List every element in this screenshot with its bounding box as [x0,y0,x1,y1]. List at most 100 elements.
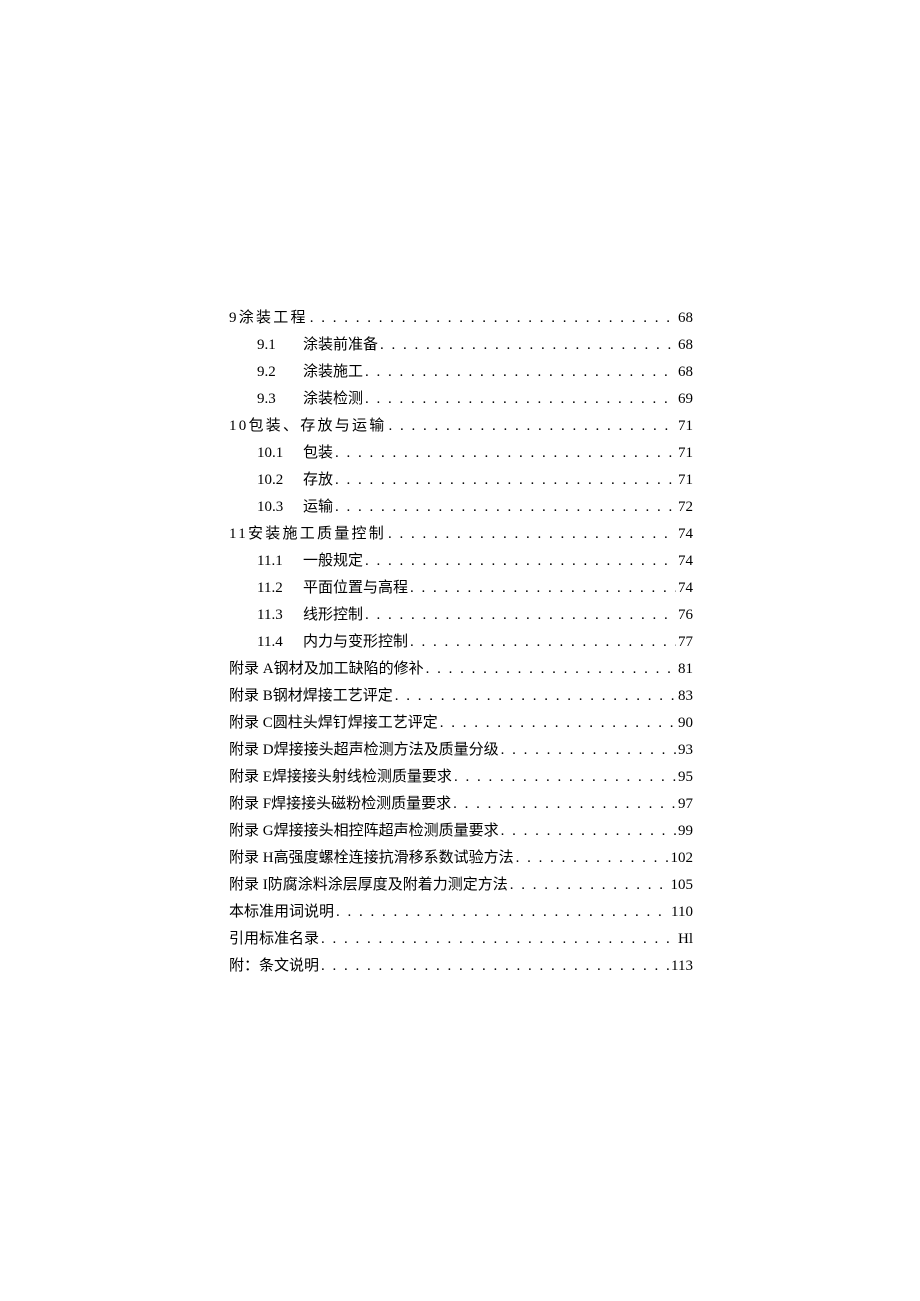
toc-number: 9.1 [257,332,303,359]
toc-entry: 附录 G 焊接接头相控阵超声检测质量要求 99 [229,818,693,845]
toc-title: 焊接接头磁粉检测质量要求 [271,791,451,818]
toc-leader-dots [389,413,676,440]
toc-title: 防腐涂料涂层厚度及附着力测定方法 [268,872,508,899]
toc-title: 圆柱头焊钉焊接工艺评定 [273,710,438,737]
toc-entry: 10.2存放 71 [229,467,693,494]
toc-title: 线形控制 [303,602,363,629]
toc-page-number: 76 [678,602,693,629]
toc-leader-dots [380,332,676,359]
toc-entry: 9.1涂装前准备 68 [229,332,693,359]
toc-entry: 11.1一般规定 74 [229,548,693,575]
toc-entry: 11.3线形控制 76 [229,602,693,629]
toc-number: 9.3 [257,386,303,413]
toc-number: 11.2 [257,575,303,602]
toc-entry: 10.3运输 72 [229,494,693,521]
toc-title: 存放 [303,467,333,494]
toc-leader-dots [335,440,676,467]
toc-leader-dots [395,683,676,710]
toc-title: 高强度螺栓连接抗滑移系数试验方法 [274,845,514,872]
toc-number: 11.4 [257,629,303,656]
toc-number: 附录 G [229,818,274,845]
toc-leader-dots [440,710,676,737]
toc-title: 焊接接头相控阵超声检测质量要求 [274,818,499,845]
toc-leader-dots [335,494,676,521]
toc-entry: 9.2涂装施工 68 [229,359,693,386]
toc-entry: 10.1包装 71 [229,440,693,467]
toc-page: 9 涂装工程 689.1涂装前准备 689.2涂装施工 689.3涂装检测 69… [0,0,920,980]
toc-page-number: 68 [678,332,693,359]
toc-number: 附录 A [229,656,274,683]
toc-title: 运输 [303,494,333,521]
toc-entry: 10 包装、存放与运输 71 [229,413,693,440]
toc-title: 内力与变形控制 [303,629,408,656]
toc-leader-dots [410,575,676,602]
toc-title: 涂装工程 [239,305,308,332]
toc-number: 10.3 [257,494,303,521]
toc-leader-dots [310,305,676,332]
toc-leader-dots [335,467,676,494]
toc-title: 包装、存放与运输 [249,413,387,440]
toc-title: 钢材及加工缺陷的修补 [274,656,424,683]
toc-leader-dots [453,791,676,818]
toc-title: 钢材焊接工艺评定 [273,683,393,710]
toc-entry: 附录 H 高强度螺栓连接抗滑移系数试验方法 102 [229,845,693,872]
toc-number: 附录 E [229,764,272,791]
toc-title: 涂装前准备 [303,332,378,359]
toc-entry: 11 安装施工质量控制 74 [229,521,693,548]
toc-entry: 附录 E 焊接接头射线检测质量要求 95 [229,764,693,791]
toc-title: 引用标准名录 [229,926,319,953]
toc-page-number: 77 [678,629,693,656]
toc-page-number: 81 [678,656,693,683]
toc-title: 安装施工质量控制 [248,521,386,548]
toc-leader-dots [501,737,676,764]
toc-page-number: 71 [678,440,693,467]
toc-page-number: 69 [678,386,693,413]
toc-leader-dots [516,845,669,872]
toc-entry: 附录 F 焊接接头磁粉检测质量要求 97 [229,791,693,818]
toc-leader-dots [410,629,676,656]
toc-leader-dots [388,521,676,548]
toc-leader-dots [321,926,676,953]
toc-number: 附录 C [229,710,273,737]
toc-page-number: 71 [678,413,693,440]
toc-leader-dots [336,899,669,926]
toc-number: 11 [229,521,248,548]
toc-entry: 11.4内力与变形控制 77 [229,629,693,656]
toc-number: 10 [229,413,249,440]
toc-entry: 9.3涂装检测 69 [229,386,693,413]
toc-page-number: 68 [678,359,693,386]
toc-entry: 本标准用词说明 110 [229,899,693,926]
toc-title: 焊接接头超声检测方法及质量分级 [274,737,499,764]
toc-leader-dots [365,602,676,629]
toc-number: 附录 D [229,737,274,764]
toc-page-number: 72 [678,494,693,521]
toc-leader-dots [426,656,676,683]
toc-leader-dots [501,818,676,845]
toc-entry: 引用标准名录 Hl [229,926,693,953]
toc-entry: 11.2平面位置与高程 74 [229,575,693,602]
toc-page-number: 99 [678,818,693,845]
toc-number: 11.3 [257,602,303,629]
toc-leader-dots [365,386,676,413]
toc-page-number: Hl [678,926,693,953]
toc-number: 附录 I [229,872,268,899]
toc-title: 涂装施工 [303,359,363,386]
toc-leader-dots [365,359,676,386]
toc-leader-dots [321,953,669,980]
toc-page-number: 71 [678,467,693,494]
toc-entry: 附录 I 防腐涂料涂层厚度及附着力测定方法 105 [229,872,693,899]
toc-page-number: 90 [678,710,693,737]
table-of-contents: 9 涂装工程 689.1涂装前准备 689.2涂装施工 689.3涂装检测 69… [229,305,693,980]
toc-page-number: 93 [678,737,693,764]
toc-number: 11.1 [257,548,303,575]
toc-page-number: 68 [678,305,693,332]
toc-page-number: 102 [671,845,694,872]
toc-number: 附录 B [229,683,273,710]
toc-leader-dots [454,764,676,791]
toc-entry: 9 涂装工程 68 [229,305,693,332]
toc-title: 焊接接头射线检测质量要求 [272,764,452,791]
toc-title: 本标准用词说明 [229,899,334,926]
toc-entry: 附录 C 圆柱头焊钉焊接工艺评定 90 [229,710,693,737]
toc-number: 10.2 [257,467,303,494]
toc-page-number: 110 [671,899,693,926]
